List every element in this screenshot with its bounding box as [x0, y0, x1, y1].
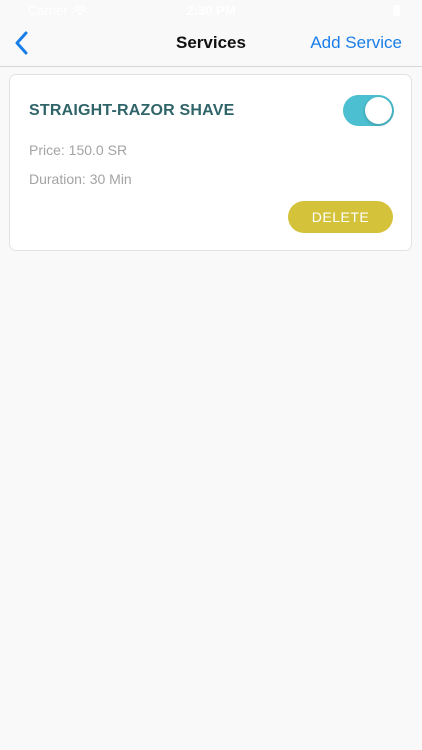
status-time: 2:30 PM: [186, 3, 236, 18]
status-bar: Carrier 2:30 PM: [0, 0, 422, 20]
service-price: Price: 150.0 SR: [29, 142, 128, 158]
service-name: STRAIGHT-RAZOR SHAVE: [29, 102, 235, 119]
services-screen: Carrier 2:30 PM Services Add Service STR…: [0, 0, 422, 750]
service-duration: Duration: 30 Min: [29, 171, 132, 187]
battery-icon: [393, 5, 400, 16]
add-service-button[interactable]: Add Service: [310, 33, 402, 53]
service-card: STRAIGHT-RAZOR SHAVE Price: 150.0 SR Dur…: [9, 74, 412, 251]
toggle-knob: [365, 97, 392, 124]
delete-service-button[interactable]: DELETE: [288, 201, 393, 233]
service-enabled-toggle[interactable]: [343, 95, 394, 126]
navigation-bar: Services Add Service: [0, 20, 422, 67]
